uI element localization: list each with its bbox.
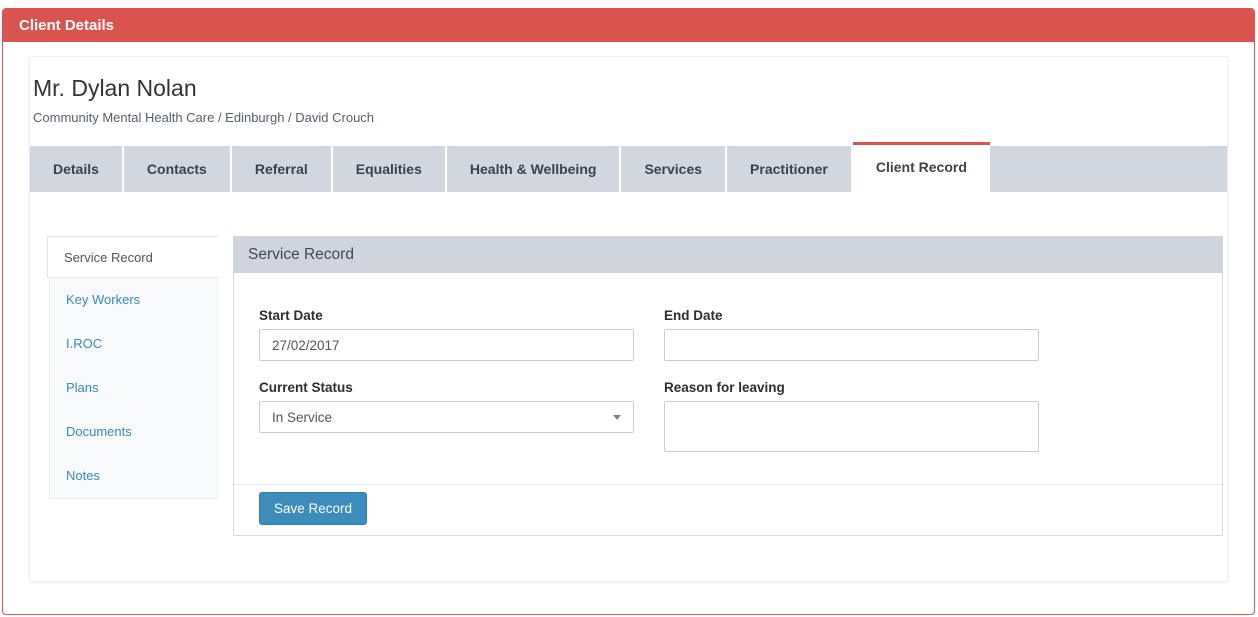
reason-for-leaving-field-group: Reason for leaving [664,380,1039,452]
reason-for-leaving-label: Reason for leaving [664,380,1039,395]
start-date-label: Start Date [259,308,634,323]
window-title: Client Details [19,17,114,34]
current-status-value: In Service [272,410,332,425]
side-nav: Service Record Key Workers I.ROC Plans D… [49,236,218,499]
save-record-button[interactable]: Save Record [259,492,367,525]
panel-footer: Save Record [234,484,1222,535]
end-date-field-group: End Date [664,308,1039,361]
client-record-content: Service Record Key Workers I.ROC Plans D… [30,192,1227,536]
current-status-select[interactable]: In Service [259,401,634,433]
sidebar-item-plans[interactable]: Plans [50,366,217,410]
tab-client-record[interactable]: Client Record [853,142,990,192]
tab-contacts[interactable]: Contacts [124,146,232,192]
current-status-field-group: Current Status In Service [259,380,634,433]
side-nav-list: Key Workers I.ROC Plans Documents Notes [49,277,218,499]
breadcrumb: Community Mental Health Care / Edinburgh… [33,110,1227,125]
tab-details[interactable]: Details [30,146,124,192]
client-details-frame: Client Details Mr. Dylan Nolan Community… [2,8,1255,615]
sidebar-item-iroc[interactable]: I.ROC [50,322,217,366]
window-titlebar: Client Details [3,9,1254,42]
page-title: Mr. Dylan Nolan [33,75,1227,102]
tab-bar: Details Contacts Referral Equalities Hea… [30,146,1227,192]
start-date-input[interactable] [259,329,634,361]
sidebar-item-notes[interactable]: Notes [50,454,217,498]
sidebar-item-key-workers[interactable]: Key Workers [50,278,217,322]
end-date-input[interactable] [664,329,1039,361]
tab-equalities[interactable]: Equalities [333,146,447,192]
panel-title: Service Record [234,237,1222,273]
tab-practitioner[interactable]: Practitioner [727,146,853,192]
sidebar-item-service-record[interactable]: Service Record [47,236,219,278]
reason-for-leaving-textarea[interactable] [664,401,1039,452]
service-record-form: Start Date End Date Current Status In Se… [234,273,1222,452]
end-date-label: End Date [664,308,1039,323]
service-record-panel: Service Record Start Date End Date Curr [233,236,1223,536]
tab-services[interactable]: Services [621,146,727,192]
tab-health-wellbeing[interactable]: Health & Wellbeing [447,146,622,192]
client-card: Mr. Dylan Nolan Community Mental Health … [29,56,1228,582]
tab-referral[interactable]: Referral [232,146,333,192]
sidebar-item-documents[interactable]: Documents [50,410,217,454]
caret-down-icon [613,415,621,420]
current-status-label: Current Status [259,380,634,395]
start-date-field-group: Start Date [259,308,634,361]
